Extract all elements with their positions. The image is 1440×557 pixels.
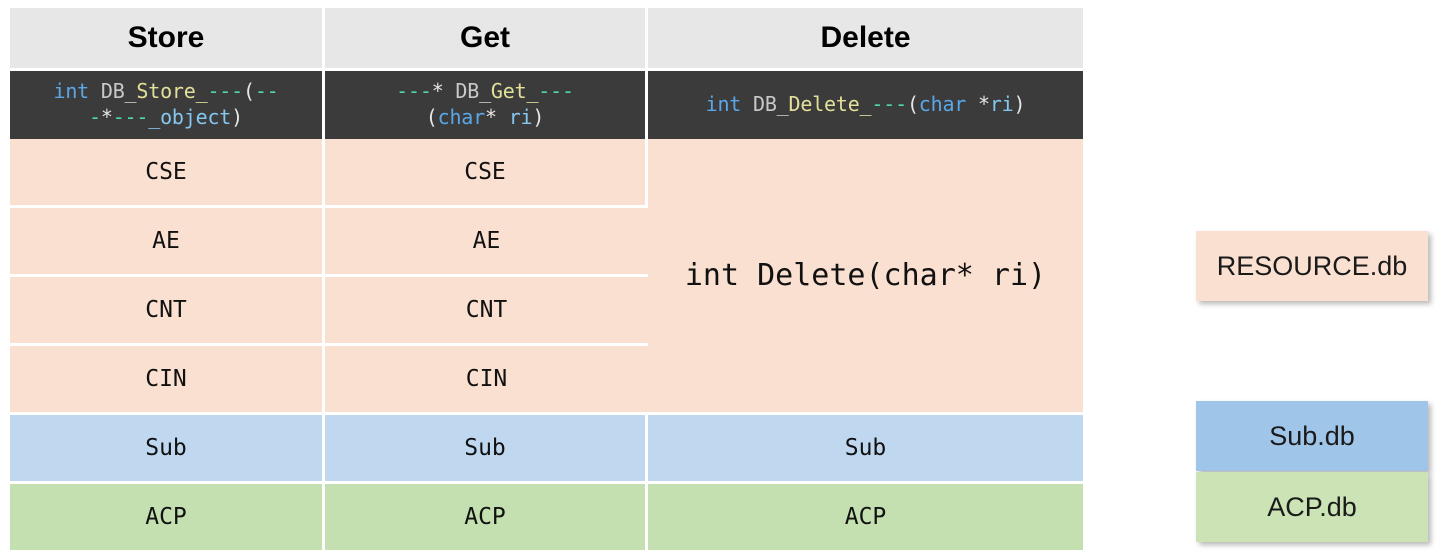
cell-get-sub: Sub: [325, 415, 648, 484]
token-function-get: Get_: [490, 79, 539, 104]
column-header-delete: Delete: [648, 8, 1083, 68]
token-function-store: Store_: [136, 79, 208, 104]
token-variable-ri: ri: [989, 92, 1014, 117]
column-header-store: Store: [10, 8, 325, 68]
legend-resource-db: RESOURCE.db: [1196, 231, 1428, 301]
token-prefix-db: DB_: [455, 79, 491, 104]
token-variable-ri: ri: [508, 105, 533, 129]
token-placeholder-suffix: ---: [871, 92, 907, 117]
token-placeholder-1: ---: [207, 79, 243, 104]
token-variable-object: _object: [148, 105, 232, 129]
token-placeholder-suffix: ---: [538, 79, 574, 104]
cell-get-cnt: CNT: [325, 277, 648, 346]
cell-get-ae: AE: [325, 208, 648, 277]
cell-store-cse: CSE: [10, 139, 325, 208]
legend-sub-db: Sub.db: [1196, 401, 1428, 471]
token-paren-open: (: [425, 105, 438, 129]
token-star-param: *: [485, 105, 497, 129]
cell-delete-acp: ACP: [648, 484, 1083, 550]
cell-get-cse: CSE: [325, 139, 648, 208]
cell-delete-sub: Sub: [648, 415, 1083, 484]
token-prefix-db: DB_: [752, 92, 789, 117]
table-row: CSE CSE int Delete(char* ri): [10, 139, 1083, 415]
signature-get: ---* DB_Get_--- (char* ri): [325, 68, 648, 139]
token-star-ret: *: [431, 79, 444, 104]
table-row: Sub Sub Sub: [10, 415, 1083, 484]
legend-sub-db-label: Sub.db: [1269, 420, 1355, 451]
token-keyword-int: int: [53, 79, 90, 104]
token-star-param: *: [978, 92, 990, 117]
cell-store-sub: Sub: [10, 415, 325, 484]
column-header-get: Get: [325, 8, 648, 68]
legend-resource-db-label: RESOURCE.db: [1216, 250, 1408, 281]
token-prefix-db: DB_: [100, 79, 137, 104]
token-paren-close: ): [1013, 92, 1026, 117]
signature-row: int DB_Store_---(-- -*---_object) ---* DB…: [10, 68, 1083, 139]
table-header-row: Store Get Delete: [10, 8, 1083, 68]
cell-store-cin: CIN: [10, 346, 325, 415]
token-star: *: [100, 105, 113, 129]
token-placeholder-2: --: [254, 79, 279, 104]
token-placeholder-4: ---: [112, 105, 149, 129]
token-keyword-int: int: [705, 92, 742, 117]
token-placeholder-ret: ---: [396, 79, 432, 104]
table-row: ACP ACP ACP: [10, 484, 1083, 550]
token-keyword-char: char: [918, 92, 967, 117]
token-function-delete: Delete_: [788, 92, 872, 117]
signature-delete: int DB_Delete_---(char *ri): [648, 68, 1083, 139]
token-paren-close: ): [231, 105, 243, 129]
token-keyword-char: char: [437, 105, 486, 129]
legend-acp-db: ACP.db: [1196, 472, 1428, 542]
legend-acp-db-label: ACP.db: [1267, 491, 1357, 522]
cell-store-cnt: CNT: [10, 277, 325, 346]
cell-get-acp: ACP: [325, 484, 648, 550]
cell-store-acp: ACP: [10, 484, 325, 550]
signature-store: int DB_Store_---(-- -*---_object): [10, 68, 325, 139]
token-paren-close: ): [532, 105, 545, 129]
cell-delete-merged: int Delete(char* ri): [648, 139, 1083, 415]
cell-get-cin: CIN: [325, 346, 648, 415]
token-paren-open: (: [906, 92, 919, 117]
api-comparison-table: Store Get Delete int DB_Store_---(-- -*--…: [10, 8, 1083, 550]
token-placeholder-3: -: [89, 105, 101, 129]
cell-store-ae: AE: [10, 208, 325, 277]
token-paren-open: (: [242, 79, 255, 104]
